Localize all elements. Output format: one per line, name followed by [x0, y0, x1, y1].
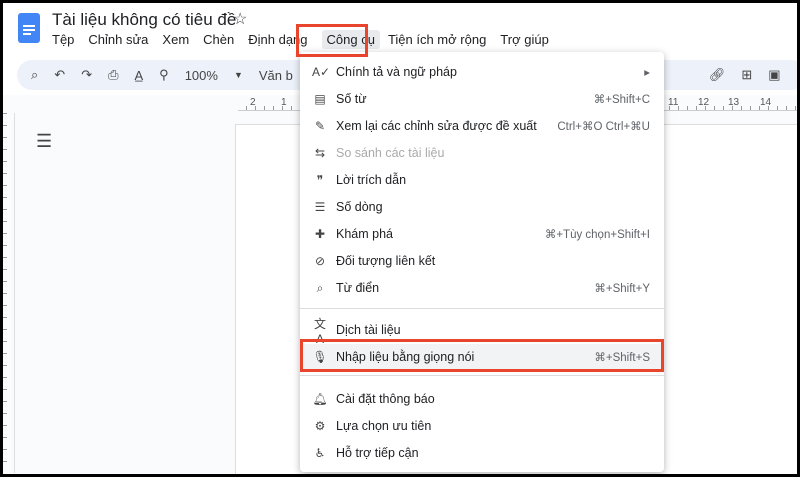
link-icon[interactable]: 🔗︎: [709, 67, 726, 83]
menu-item-shortcut: Ctrl+⌘O Ctrl+⌘U: [557, 121, 650, 133]
menu-item[interactable]: ✚ Khám phá ⌘+Tùy chọn+Shift+I: [300, 221, 664, 247]
preferences-icon: ⚙: [314, 419, 326, 433]
menu-item[interactable]: ▤ Số từ ⌘+Shift+C: [300, 86, 664, 112]
dictionary-icon: ⌕: [316, 280, 324, 295]
menu-file[interactable]: Tệp: [52, 32, 80, 49]
search-icon[interactable]: ⌕: [31, 67, 38, 83]
ruler-label: 1: [281, 97, 287, 108]
ruler-label: 13: [728, 97, 740, 108]
ruler-label: 11: [668, 97, 679, 108]
line-numbers-icon: ☰: [314, 200, 326, 214]
word-count-icon: ▤: [314, 92, 326, 106]
docs-logo-icon[interactable]: [18, 13, 40, 43]
quote-icon: ❞: [316, 173, 324, 187]
menu-separator: [300, 308, 664, 309]
undo-icon[interactable]: ↶: [54, 67, 65, 83]
spellcheck-icon: A✓: [312, 65, 331, 79]
menu-separator: [300, 375, 664, 376]
print-icon[interactable]: ⎙: [108, 67, 118, 83]
menu-item[interactable]: ☰ Số dòng: [300, 194, 664, 220]
paint-format-icon[interactable]: ⚲: [159, 67, 169, 83]
star-icon[interactable]: ☆: [233, 9, 247, 29]
menu-edit[interactable]: Chỉnh sửa: [88, 32, 154, 49]
menu-item-label: Lời trích dẫn: [336, 173, 407, 187]
menu-view[interactable]: Xem: [162, 32, 195, 49]
accessibility-icon: ♿︎: [314, 446, 326, 460]
menu-item-label: Cài đặt thông báo: [336, 392, 435, 406]
compare-icon: ⇆: [314, 146, 326, 160]
menu-item[interactable]: 🔔︎ Cài đặt thông báo: [300, 386, 664, 412]
highlight-box: [296, 24, 368, 57]
menu-item-label: Số từ: [336, 92, 367, 106]
menu-item[interactable]: ⊘ Đối tượng liên kết: [300, 248, 664, 274]
menu-item-label: Xem lại các chỉnh sửa được đề xuất: [336, 119, 537, 133]
menu-item-label: So sánh các tài liệu: [336, 146, 445, 160]
menu-item-label: Đối tượng liên kết: [336, 254, 436, 268]
menu-item-label: Hỗ trợ tiếp cận: [336, 446, 419, 460]
menu-item[interactable]: ♿︎ Hỗ trợ tiếp cận: [300, 440, 664, 466]
menu-item-shortcut: ⌘+Tùy chọn+Shift+I: [544, 229, 650, 241]
menu-item[interactable]: ❞ Lời trích dẫn: [300, 167, 664, 193]
outline-icon[interactable]: ☰: [36, 131, 52, 152]
menu-item[interactable]: ⌕ Từ điển ⌘+Shift+Y: [300, 275, 664, 301]
menu-item-shortcut: ⌘+Shift+Y: [594, 283, 650, 295]
menu-extensions[interactable]: Tiện ích mở rộng: [388, 32, 492, 49]
menu-item-shortcut: ⌘+Shift+C: [593, 94, 650, 106]
vertical-ruler[interactable]: [3, 113, 15, 473]
ruler-label: 14: [760, 97, 772, 108]
menu-help[interactable]: Trợ giúp: [500, 32, 555, 49]
menu-insert[interactable]: Chèn: [203, 32, 240, 49]
menu-item[interactable]: ⚙ Lựa chọn ưu tiên: [300, 413, 664, 439]
document-title[interactable]: Tài liệu không có tiêu đề: [52, 10, 236, 30]
highlight-box: [300, 339, 664, 372]
menu-item-label: Số dòng: [336, 200, 383, 214]
menu-item-label: Lựa chọn ưu tiên: [336, 419, 432, 433]
menu-item[interactable]: ✎ Xem lại các chỉnh sửa được đề xuất Ctrl+…: [300, 113, 664, 139]
image-icon[interactable]: ▣: [768, 67, 780, 83]
zoom-select[interactable]: 100%: [185, 68, 218, 83]
comment-icon[interactable]: ⊞: [741, 67, 752, 83]
tools-menu: A✓ Chính tả và ngữ pháp ▸ ▤ Số từ ⌘+Shift+C ✎ X…: [300, 52, 664, 472]
linked-objects-icon: ⊘: [314, 254, 326, 268]
menu-item-shortcut: ▸: [644, 67, 650, 79]
style-select[interactable]: Văn b: [259, 68, 293, 83]
menu-item-label: Chính tả và ngữ pháp: [336, 65, 457, 79]
review-edits-icon: ✎: [314, 119, 326, 133]
ruler-label: 12: [698, 97, 710, 108]
menu-item: ⇆ So sánh các tài liệu: [300, 140, 664, 166]
bell-icon: 🔔︎: [312, 392, 328, 406]
app-window: Tài liệu không có tiêu đề ☆ Tệp Chỉnh sử…: [3, 3, 797, 474]
chevron-down-icon[interactable]: ▼: [234, 70, 243, 80]
menu-item-label: Từ điển: [336, 281, 380, 295]
menu-item-label: Dịch tài liệu: [336, 323, 401, 337]
menu-item[interactable]: A✓ Chính tả và ngữ pháp ▸: [300, 59, 664, 85]
redo-icon[interactable]: ↷: [81, 67, 92, 83]
ruler-label: 2: [250, 97, 256, 108]
explore-icon: ✚: [314, 227, 326, 241]
spellcheck-icon[interactable]: A̲: [135, 68, 144, 83]
menu-item-label: Khám phá: [336, 227, 393, 241]
